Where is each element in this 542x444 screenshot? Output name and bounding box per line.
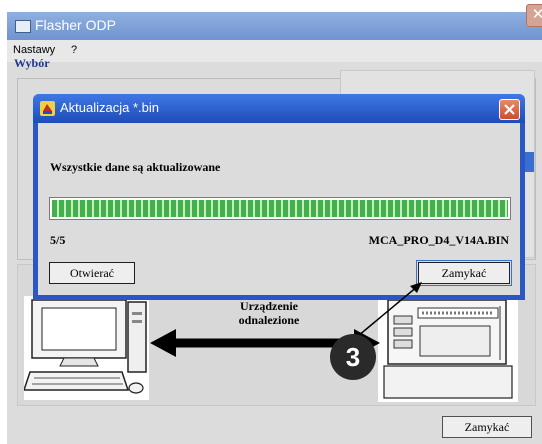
app-window-icon — [15, 20, 31, 33]
close-icon: ✕ — [531, 6, 542, 23]
close-icon — [504, 104, 515, 115]
menu-item-help[interactable]: ? — [71, 44, 77, 56]
update-dialog: Aktualizacja *.bin Wszystkie dane są akt… — [33, 94, 525, 300]
progress-count: 5/5 — [50, 233, 66, 247]
main-close-app-button[interactable]: Zamykać — [442, 416, 532, 438]
main-window-title: Flasher ODP — [35, 17, 116, 33]
device-found-label: Urządzenie odnalezione — [207, 299, 331, 327]
update-status-text: Wszystkie dane są aktualizowane — [50, 160, 221, 174]
progress-fill — [52, 200, 508, 217]
dialog-close-button[interactable] — [499, 99, 520, 120]
dialog-close-text-button[interactable]: Zamykać — [416, 260, 512, 286]
update-app-icon — [40, 101, 55, 116]
main-titlebar: Flasher ODP — [7, 12, 542, 40]
dialog-titlebar: Aktualizacja *.bin — [33, 94, 525, 123]
main-close-button[interactable]: ✕ — [526, 4, 542, 27]
update-progress-bar — [49, 197, 511, 220]
open-file-button[interactable]: Otwierać — [49, 262, 135, 284]
selection-highlight — [525, 152, 534, 172]
callout-pointer-arrow — [357, 282, 422, 337]
computer-illustration — [24, 296, 149, 400]
menu-item-nastawy[interactable]: Nastawy — [13, 44, 55, 56]
device-label-line1: Urządzenie — [240, 299, 298, 313]
menu-bar: Nastawy ? — [7, 40, 542, 62]
dialog-title: Aktualizacja *.bin — [60, 100, 159, 115]
step-number-badge: 3 — [330, 334, 376, 380]
firmware-filename: MCA_PRO_D4_V14A.BIN — [368, 233, 509, 247]
selection-group-label: Wybór — [14, 56, 50, 70]
dialog-body: Wszystkie dane są aktualizowane 5/5 MCA_… — [38, 123, 520, 295]
device-label-line2: odnalezione — [238, 313, 300, 327]
